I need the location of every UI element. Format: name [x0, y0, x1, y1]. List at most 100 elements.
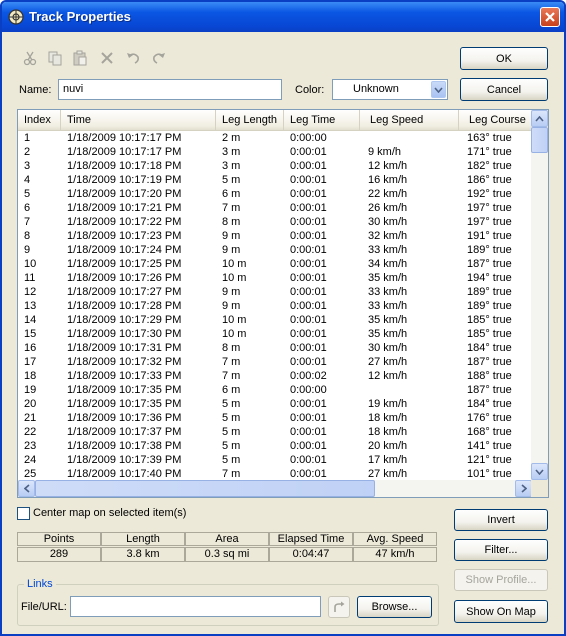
column-header-leg-time[interactable]: Leg Time	[284, 110, 360, 130]
track-points-table[interactable]: Index Time Leg Length Leg Time Leg Speed…	[17, 109, 549, 498]
name-input[interactable]: nuvi	[58, 79, 282, 100]
scrollbar-corner	[531, 480, 548, 497]
cell-leg-time: 0:00:01	[290, 398, 327, 410]
column-header-leg-course[interactable]: Leg Course	[459, 110, 532, 130]
browse-button[interactable]: Browse...	[357, 596, 432, 618]
color-select[interactable]: Unknown	[332, 79, 448, 100]
show-profile-button[interactable]: Show Profile...	[454, 569, 548, 591]
table-row[interactable]: 1 1/18/2009 10:17:17 PM 2 m 0:00:00 163° tru…	[18, 131, 532, 145]
copy-icon[interactable]	[47, 50, 63, 66]
center-map-checkbox[interactable]	[17, 507, 30, 520]
table-row[interactable]: 7 1/18/2009 10:17:22 PM 8 m 0:00:01 30 km/h 1…	[18, 215, 532, 229]
redo-icon[interactable]	[151, 50, 167, 66]
table-row[interactable]: 24 1/18/2009 10:17:39 PM 5 m 0:00:01 17 km/h…	[18, 453, 532, 467]
cell-leg-course: 194° true	[467, 272, 512, 284]
table-row[interactable]: 10 1/18/2009 10:17:25 PM 10 m 0:00:01 34 km/…	[18, 257, 532, 271]
cell-leg-length: 8 m	[222, 216, 241, 228]
stat-area: Area 0.3 sq mi	[185, 532, 269, 564]
cell-leg-speed: 33 km/h	[368, 300, 408, 312]
cell-time: 1/18/2009 10:17:37 PM	[67, 426, 182, 438]
cancel-button[interactable]: Cancel	[460, 78, 548, 101]
cell-index: 20	[24, 398, 37, 410]
close-button[interactable]	[540, 7, 560, 27]
table-body: 1 1/18/2009 10:17:17 PM 2 m 0:00:00 163° tru…	[18, 131, 532, 481]
cell-leg-length: 3 m	[222, 160, 241, 172]
color-dropdown-button[interactable]	[431, 81, 446, 98]
column-header-index[interactable]: Index	[18, 110, 61, 130]
cell-index: 6	[24, 202, 31, 214]
vertical-scrollbar[interactable]	[531, 110, 548, 480]
horizontal-scroll-thumb[interactable]	[35, 480, 375, 497]
title-bar[interactable]: Track Properties	[2, 2, 564, 32]
cell-time: 1/18/2009 10:17:40 PM	[67, 468, 182, 480]
table-row[interactable]: 19 1/18/2009 10:17:35 PM 6 m 0:00:00 187° tr…	[18, 383, 532, 397]
table-row[interactable]: 16 1/18/2009 10:17:31 PM 8 m 0:00:01 30 km/h…	[18, 341, 532, 355]
table-row[interactable]: 3 1/18/2009 10:17:18 PM 3 m 0:00:01 12 km/h 1…	[18, 159, 532, 173]
table-row[interactable]: 9 1/18/2009 10:17:24 PM 9 m 0:00:01 33 km/h 1…	[18, 243, 532, 257]
cell-leg-course: 188° true	[467, 370, 512, 382]
table-row[interactable]: 4 1/18/2009 10:17:19 PM 5 m 0:00:01 16 km/h 1…	[18, 173, 532, 187]
file-url-input[interactable]	[70, 596, 321, 617]
invert-button[interactable]: Invert	[454, 509, 548, 531]
vertical-scroll-thumb[interactable]	[531, 127, 548, 153]
cell-leg-course: 189° true	[467, 244, 512, 256]
table-row[interactable]: 21 1/18/2009 10:17:36 PM 5 m 0:00:01 18 km/h…	[18, 411, 532, 425]
table-row[interactable]: 2 1/18/2009 10:17:17 PM 3 m 0:00:01 9 km/h 17…	[18, 145, 532, 159]
undo-icon[interactable]	[125, 50, 141, 66]
cell-leg-length: 10 m	[222, 272, 247, 284]
table-row[interactable]: 14 1/18/2009 10:17:29 PM 10 m 0:00:01 35 km/…	[18, 313, 532, 327]
cell-leg-length: 9 m	[222, 244, 241, 256]
column-header-leg-speed[interactable]: Leg Speed	[360, 110, 459, 130]
cell-leg-course: 197° true	[467, 202, 512, 214]
horizontal-scrollbar[interactable]	[18, 480, 532, 497]
stat-label: Area	[185, 532, 269, 546]
cell-time: 1/18/2009 10:17:17 PM	[67, 132, 182, 144]
cell-leg-time: 0:00:01	[290, 160, 327, 172]
table-row[interactable]: 18 1/18/2009 10:17:33 PM 7 m 0:00:02 12 km/h…	[18, 369, 532, 383]
cell-leg-speed	[368, 131, 458, 145]
cell-leg-course: 171° true	[467, 146, 512, 158]
cell-leg-time: 0:00:01	[290, 146, 327, 158]
scroll-left-button[interactable]	[18, 480, 35, 497]
delete-icon[interactable]	[99, 50, 115, 66]
cell-time: 1/18/2009 10:17:38 PM	[67, 440, 182, 452]
column-header-leg-length[interactable]: Leg Length	[216, 110, 284, 130]
cell-index: 23	[24, 440, 37, 452]
table-row[interactable]: 23 1/18/2009 10:17:38 PM 5 m 0:00:01 20 km/h…	[18, 439, 532, 453]
cell-leg-speed: 18 km/h	[368, 426, 408, 438]
ok-button[interactable]: OK	[460, 47, 548, 70]
cell-leg-speed: 27 km/h	[368, 356, 408, 368]
table-row[interactable]: 8 1/18/2009 10:17:23 PM 9 m 0:00:01 32 km/h 1…	[18, 229, 532, 243]
cell-index: 22	[24, 426, 37, 438]
scroll-right-button[interactable]	[515, 480, 532, 497]
cell-leg-course: 184° true	[467, 342, 512, 354]
cell-leg-course: 163° true	[467, 132, 512, 144]
paste-icon[interactable]	[72, 50, 88, 66]
table-row[interactable]: 15 1/18/2009 10:17:30 PM 10 m 0:00:01 35 km/…	[18, 327, 532, 341]
center-map-label[interactable]: Center map on selected item(s)	[33, 507, 186, 519]
scroll-down-button[interactable]	[531, 463, 548, 480]
cell-leg-time: 0:00:01	[290, 216, 327, 228]
cut-icon[interactable]	[22, 50, 38, 66]
table-row[interactable]: 5 1/18/2009 10:17:20 PM 6 m 0:00:01 22 km/h 1…	[18, 187, 532, 201]
table-row[interactable]: 17 1/18/2009 10:17:32 PM 7 m 0:00:01 27 km/h…	[18, 355, 532, 369]
cell-index: 14	[24, 314, 37, 326]
name-label: Name:	[19, 84, 52, 96]
table-row[interactable]: 20 1/18/2009 10:17:35 PM 5 m 0:00:01 19 km/h…	[18, 397, 532, 411]
cell-leg-speed: 35 km/h	[368, 328, 408, 340]
table-row[interactable]: 11 1/18/2009 10:17:26 PM 10 m 0:00:01 35 km/…	[18, 271, 532, 285]
table-row[interactable]: 22 1/18/2009 10:17:37 PM 5 m 0:00:01 18 km/h…	[18, 425, 532, 439]
filter-button[interactable]: Filter...	[454, 539, 548, 561]
table-row[interactable]: 13 1/18/2009 10:17:28 PM 9 m 0:00:01 33 km/h…	[18, 299, 532, 313]
cell-leg-time: 0:00:01	[290, 314, 327, 326]
scroll-up-button[interactable]	[531, 110, 548, 127]
table-row[interactable]: 12 1/18/2009 10:17:27 PM 9 m 0:00:01 33 km/h…	[18, 285, 532, 299]
show-on-map-button[interactable]: Show On Map	[454, 600, 548, 623]
column-header-time[interactable]: Time	[61, 110, 216, 130]
cell-leg-time: 0:00:01	[290, 188, 327, 200]
table-row[interactable]: 25 1/18/2009 10:17:40 PM 7 m 0:00:01 27 km/h…	[18, 467, 532, 481]
table-row[interactable]: 6 1/18/2009 10:17:21 PM 7 m 0:00:01 26 km/h 1…	[18, 201, 532, 215]
stat-label: Avg. Speed	[353, 532, 437, 546]
open-link-button[interactable]	[328, 596, 350, 618]
cell-leg-time: 0:00:01	[290, 258, 327, 270]
